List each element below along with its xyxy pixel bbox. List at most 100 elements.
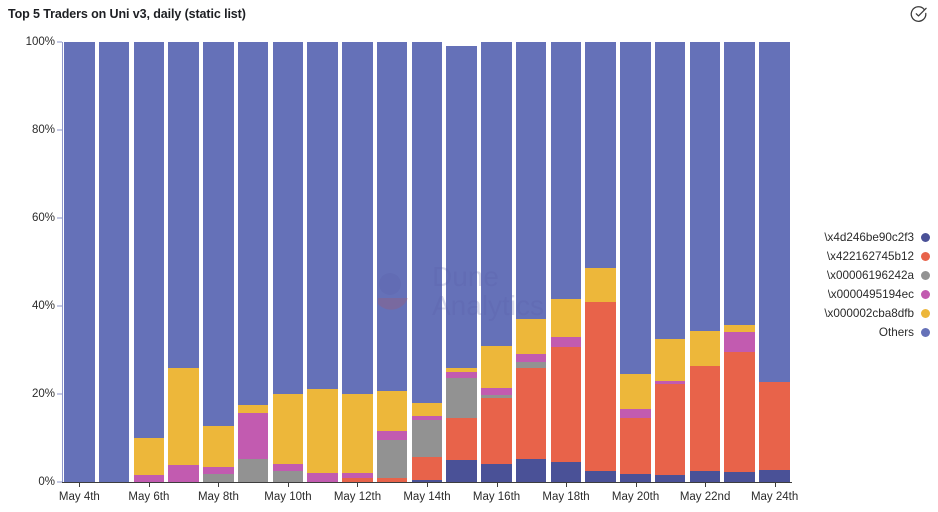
bar-segment[interactable] xyxy=(689,470,721,482)
bar-column[interactable] xyxy=(514,42,549,482)
bar-segment[interactable] xyxy=(203,42,234,426)
bar-segment[interactable] xyxy=(446,378,477,418)
bar-segment[interactable] xyxy=(550,346,582,462)
bar-column[interactable] xyxy=(97,42,132,482)
bar-segment[interactable] xyxy=(481,463,512,482)
bar-column[interactable] xyxy=(618,42,653,482)
bar-column[interactable] xyxy=(340,42,375,482)
bar-segment[interactable] xyxy=(411,402,443,416)
bar-segment[interactable] xyxy=(481,398,512,464)
bar-segment[interactable] xyxy=(515,367,547,459)
bar-column[interactable] xyxy=(583,42,618,482)
legend-item[interactable]: \x00006196242a xyxy=(800,266,930,285)
bar-segment[interactable] xyxy=(133,437,165,476)
bar-segment[interactable] xyxy=(585,471,616,482)
bar-segment[interactable] xyxy=(481,42,512,347)
bar-column[interactable] xyxy=(653,42,688,482)
bar-segment[interactable] xyxy=(168,367,199,465)
bar-segment[interactable] xyxy=(724,331,755,352)
bar-segment[interactable] xyxy=(272,42,304,394)
bar-segment[interactable] xyxy=(237,42,269,406)
bar-segment[interactable] xyxy=(376,390,408,431)
bar-segment[interactable] xyxy=(724,472,755,482)
bar-segment[interactable] xyxy=(376,440,408,479)
bar-segment[interactable] xyxy=(446,417,477,460)
bar-segment[interactable] xyxy=(585,301,616,472)
bar-segment[interactable] xyxy=(515,354,547,363)
bar-segment[interactable] xyxy=(481,346,512,388)
bar-segment[interactable] xyxy=(515,319,547,355)
bar-column[interactable] xyxy=(201,42,236,482)
bar-column[interactable] xyxy=(132,42,167,482)
bar-column[interactable] xyxy=(444,42,479,482)
bar-segment[interactable] xyxy=(342,393,373,474)
bar-segment[interactable] xyxy=(689,331,721,366)
circle-check-icon[interactable] xyxy=(909,5,928,24)
bar-segment[interactable] xyxy=(654,475,686,482)
bar-segment[interactable] xyxy=(411,420,443,457)
bar-segment[interactable] xyxy=(168,464,199,482)
legend-item[interactable]: \x000002cba8dfb xyxy=(800,304,930,323)
bar-column[interactable] xyxy=(271,42,306,482)
bar-segment[interactable] xyxy=(307,472,338,482)
bar-segment[interactable] xyxy=(759,382,790,470)
bar-segment[interactable] xyxy=(411,42,443,403)
bar-segment[interactable] xyxy=(481,387,512,395)
bar-segment[interactable] xyxy=(620,373,651,410)
legend-item[interactable]: \x422162745b12 xyxy=(800,247,930,266)
bar-segment[interactable] xyxy=(620,417,651,475)
bar-segment[interactable] xyxy=(133,42,165,438)
bar-segment[interactable] xyxy=(724,42,755,325)
bar-segment[interactable] xyxy=(237,412,269,459)
legend-item[interactable]: \x4d246be90c2f3 xyxy=(800,228,930,247)
legend-item[interactable]: Others xyxy=(800,323,930,342)
bar-segment[interactable] xyxy=(237,458,269,482)
bar-column[interactable] xyxy=(757,42,792,482)
bar-segment[interactable] xyxy=(550,336,582,347)
bar-segment[interactable] xyxy=(272,464,304,471)
bar-segment[interactable] xyxy=(585,267,616,302)
bar-segment[interactable] xyxy=(759,469,790,482)
bar-segment[interactable] xyxy=(446,46,477,368)
bar-segment[interactable] xyxy=(237,405,269,413)
bar-segment[interactable] xyxy=(654,339,686,382)
bar-segment[interactable] xyxy=(689,365,721,471)
bar-segment[interactable] xyxy=(724,351,755,473)
bar-segment[interactable] xyxy=(620,474,651,482)
bar-segment[interactable] xyxy=(585,42,616,268)
bar-segment[interactable] xyxy=(98,42,130,482)
bar-segment[interactable] xyxy=(168,42,199,368)
bar-segment[interactable] xyxy=(689,42,721,332)
bar-column[interactable] xyxy=(549,42,584,482)
bar-segment[interactable] xyxy=(376,42,408,391)
bar-segment[interactable] xyxy=(515,458,547,482)
bar-segment[interactable] xyxy=(724,324,755,332)
bar-segment[interactable] xyxy=(620,42,651,374)
bar-segment[interactable] xyxy=(515,42,547,320)
bar-segment[interactable] xyxy=(411,456,443,481)
bar-segment[interactable] xyxy=(550,461,582,482)
bar-segment[interactable] xyxy=(307,42,338,390)
bar-column[interactable] xyxy=(479,42,514,482)
bar-column[interactable] xyxy=(62,42,97,482)
bar-segment[interactable] xyxy=(64,42,95,482)
bar-segment[interactable] xyxy=(376,430,408,441)
bar-segment[interactable] xyxy=(272,471,304,482)
bar-column[interactable] xyxy=(410,42,445,482)
bar-segment[interactable] xyxy=(342,42,373,394)
bar-segment[interactable] xyxy=(203,467,234,474)
bar-segment[interactable] xyxy=(654,42,686,340)
bar-segment[interactable] xyxy=(550,299,582,337)
bar-segment[interactable] xyxy=(620,409,651,418)
bar-segment[interactable] xyxy=(272,393,304,465)
bar-segment[interactable] xyxy=(759,42,790,383)
bar-column[interactable] xyxy=(688,42,723,482)
bar-column[interactable] xyxy=(305,42,340,482)
bar-segment[interactable] xyxy=(203,425,234,468)
bar-column[interactable] xyxy=(166,42,201,482)
bar-segment[interactable] xyxy=(446,460,477,482)
bar-column[interactable] xyxy=(236,42,271,482)
bar-column[interactable] xyxy=(375,42,410,482)
bar-segment[interactable] xyxy=(550,42,582,299)
bar-segment[interactable] xyxy=(133,475,165,482)
